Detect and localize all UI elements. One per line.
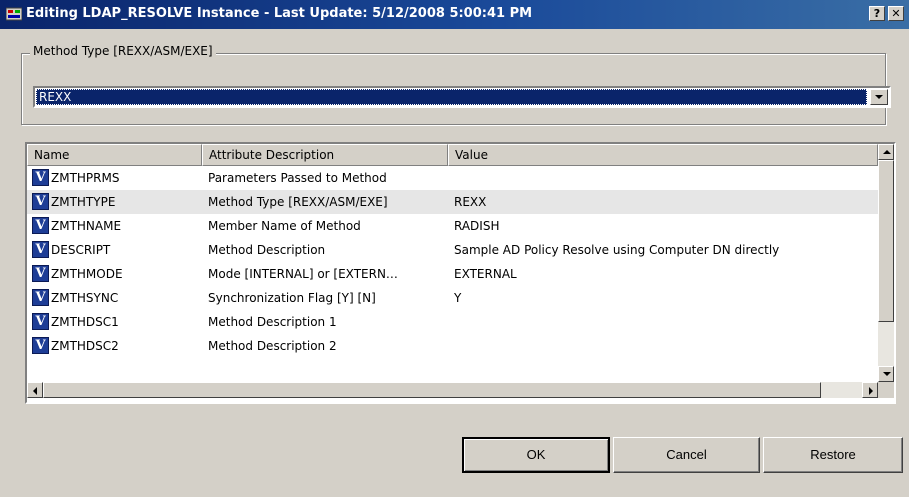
variable-icon: V — [32, 169, 49, 186]
ok-button[interactable]: OK — [462, 437, 610, 473]
help-button[interactable]: ? — [869, 6, 885, 21]
chevron-down-icon — [875, 95, 883, 99]
row-name: ZMTHTYPE — [51, 195, 116, 209]
row-value: REXX — [454, 195, 487, 209]
row-value: Y — [454, 291, 462, 305]
vertical-scrollbar[interactable] — [878, 144, 894, 382]
row-description: Synchronization Flag [Y] [N] — [208, 291, 376, 305]
variable-icon: V — [32, 265, 49, 282]
row-description: Mode [INTERNAL] or [EXTERN… — [208, 267, 398, 281]
variable-icon: V — [32, 241, 49, 258]
method-type-label: Method Type [REXX/ASM/EXE] — [30, 44, 216, 58]
title-bar[interactable]: Editing LDAP_RESOLVE Instance - Last Upd… — [0, 0, 909, 29]
arrow-down-icon — [883, 372, 891, 376]
arrow-left-icon — [33, 387, 37, 395]
row-name: ZMTHPRMS — [51, 171, 120, 185]
column-header-name[interactable]: Name — [27, 144, 202, 166]
row-name: ZMTHMODE — [51, 267, 123, 281]
row-value: RADISH — [454, 219, 500, 233]
column-header-value[interactable]: Value — [448, 144, 878, 166]
row-value: Sample AD Policy Resolve using Computer … — [454, 243, 780, 257]
table-row[interactable]: V DESCRIPT Method Description Sample AD … — [27, 238, 878, 262]
row-description: Method Description 2 — [208, 339, 337, 353]
variable-icon: V — [32, 217, 49, 234]
table-row[interactable]: V ZMTHSYNC Synchronization Flag [Y] [N] … — [27, 286, 878, 310]
restore-button[interactable]: Restore — [763, 437, 903, 473]
row-description: Method Type [REXX/ASM/EXE] — [208, 195, 388, 209]
row-name: ZMTHSYNC — [51, 291, 119, 305]
row-value — [454, 310, 876, 334]
list-header: Name Attribute Description Value — [27, 144, 878, 166]
column-header-description[interactable]: Attribute Description — [202, 144, 448, 166]
row-description: Method Description 1 — [208, 315, 337, 329]
row-value: EXTERNAL — [454, 267, 517, 281]
method-type-dropdown[interactable]: REXX — [33, 86, 891, 108]
row-description: Member Name of Method — [208, 219, 361, 233]
row-value — [454, 166, 876, 190]
row-description: Method Description — [208, 243, 326, 257]
close-button[interactable]: ✕ — [888, 6, 904, 21]
variable-icon: V — [32, 289, 49, 306]
method-type-selected[interactable]: REXX — [36, 89, 867, 105]
variable-icon: V — [32, 337, 49, 354]
scroll-right-button[interactable] — [862, 382, 878, 398]
variable-icon: V — [32, 313, 49, 330]
table-row[interactable]: V ZMTHPRMS Parameters Passed to Method — [27, 166, 878, 190]
cancel-button[interactable]: Cancel — [613, 437, 760, 473]
table-row[interactable]: V ZMTHDSC2 Method Description 2 — [27, 334, 878, 358]
attribute-list[interactable]: Name Attribute Description Value V ZMTHP… — [25, 142, 896, 404]
scroll-down-button[interactable] — [878, 366, 894, 382]
row-name: ZMTHDSC1 — [51, 315, 119, 329]
table-row-selected[interactable]: V ZMTHTYPE Method Type [REXX/ASM/EXE] RE… — [27, 190, 878, 214]
variable-icon: V — [32, 193, 49, 210]
arrow-up-icon — [883, 150, 891, 154]
table-row[interactable]: V ZMTHDSC1 Method Description 1 — [27, 310, 878, 334]
arrow-right-icon — [869, 387, 873, 395]
horizontal-scrollbar[interactable] — [27, 382, 878, 398]
window-title: Editing LDAP_RESOLVE Instance - Last Upd… — [26, 6, 533, 21]
dropdown-button[interactable] — [870, 89, 888, 105]
table-row[interactable]: V ZMTHMODE Mode [INTERNAL] or [EXTERN… E… — [27, 262, 878, 286]
vertical-scroll-thumb[interactable] — [878, 160, 894, 322]
row-name: ZMTHNAME — [51, 219, 122, 233]
app-icon — [6, 7, 22, 21]
row-name: ZMTHDSC2 — [51, 339, 119, 353]
row-name: DESCRIPT — [51, 243, 111, 257]
row-description: Parameters Passed to Method — [208, 171, 387, 185]
scroll-up-button[interactable] — [878, 144, 894, 160]
scrollbar-corner — [878, 382, 894, 398]
row-value — [454, 334, 876, 358]
table-row[interactable]: V ZMTHNAME Member Name of Method RADISH — [27, 214, 878, 238]
scroll-left-button[interactable] — [27, 382, 43, 398]
horizontal-scroll-thumb[interactable] — [43, 382, 821, 398]
